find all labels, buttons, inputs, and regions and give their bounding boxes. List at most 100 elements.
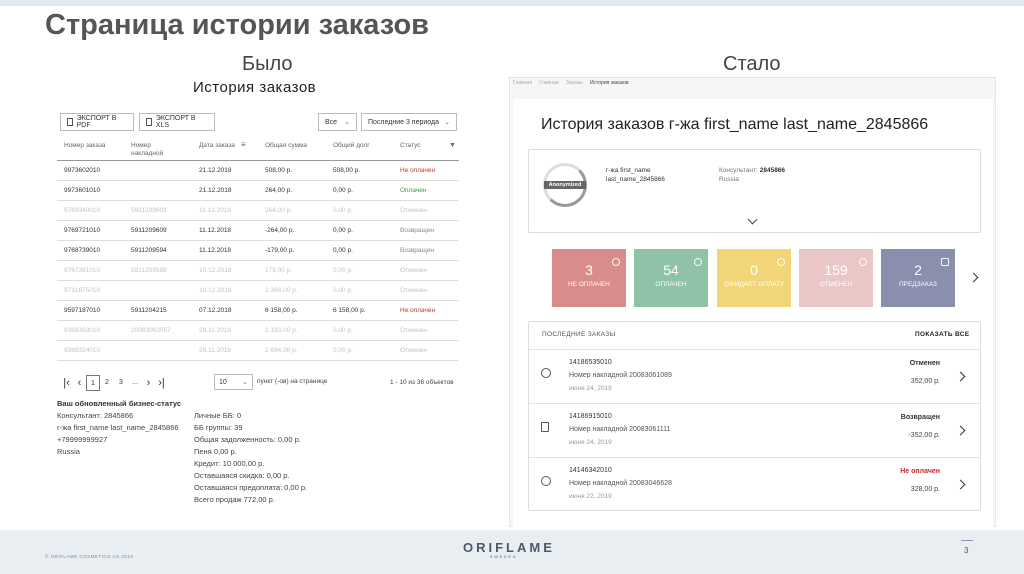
status-cell: Не оплачен xyxy=(400,307,436,314)
orders-table: Номер заказа Номер накладной Дата заказа… xyxy=(57,137,459,361)
table-row[interactable]: 9768739010 5911209594 11.12.2018 -179,00 р.… xyxy=(57,241,459,261)
top-accent-line xyxy=(0,0,1024,6)
per-page-value: 10 xyxy=(219,378,227,386)
order-number-cell: 9769340010 xyxy=(64,207,101,214)
order-amount: 328,00 р. xyxy=(910,486,940,493)
first-page-icon[interactable]: |‹ xyxy=(60,377,73,389)
stat-line: Пеня 0,00 р. xyxy=(194,447,237,456)
status-cell: Отменен xyxy=(400,287,427,294)
business-stats-block: Личные ББ: 0 ББ группы: 39 Общая задолже… xyxy=(194,410,307,506)
breadcrumb-item[interactable]: Заказы xyxy=(566,80,583,86)
chevron-right-icon[interactable] xyxy=(955,371,966,382)
table-row[interactable]: 9973602010 21.12.2018 508,00 р. 508,00 р. Не… xyxy=(57,161,459,181)
status-cell: Отменен xyxy=(400,267,427,274)
status-count: 159 xyxy=(824,262,848,278)
order-date-cell: 10.12.2018 xyxy=(199,287,232,294)
stat-line: Общая задолженность: 0,00 р. xyxy=(194,435,301,444)
period-filter-select[interactable]: Последние 3 периода ⌄ xyxy=(361,113,457,131)
chevron-down-icon: ⌄ xyxy=(444,119,450,126)
debt-cell: 0,00 р. xyxy=(333,247,353,254)
prev-page-icon[interactable]: ‹ xyxy=(73,377,86,389)
pagination: |‹ ‹ 1 2 3 ... › ›| xyxy=(60,374,168,391)
status-card[interactable]: 0 ОЖИДАЕТ ОПЛАТУ xyxy=(717,249,791,307)
business-status-heading: Ваш обновленный бизнес-статус xyxy=(57,399,182,408)
status-filter-value: Все xyxy=(325,118,338,126)
status-count: 3 xyxy=(585,262,593,278)
recent-order-row[interactable]: 14146342010 Номер накладной 20083046628 ию… xyxy=(529,457,980,511)
customer-country: Russia xyxy=(57,447,80,456)
next-page-icon[interactable]: › xyxy=(142,377,155,389)
page-2[interactable]: 2 xyxy=(100,379,114,386)
recent-order-row[interactable]: 14186535010 Номер накладной 20083061089 ию… xyxy=(529,349,980,403)
table-row[interactable]: 9769721010 5911209609 11.12.2018 -264,00 р.… xyxy=(57,221,459,241)
table-row[interactable]: 9973601010 21.12.2018 264,00 р. 0,00 р. Опла… xyxy=(57,181,459,201)
page-3[interactable]: 3 xyxy=(114,379,128,386)
status-card[interactable]: 159 ОТМЕНЕН xyxy=(799,249,873,307)
status-cell: Не оплачен xyxy=(400,167,436,174)
col-status[interactable]: Статус xyxy=(400,142,421,150)
export-pdf-button[interactable]: ЭКСПОРТ В PDF xyxy=(60,113,134,131)
debt-cell: 0,00 р. xyxy=(333,187,353,194)
col-total[interactable]: Общая сумма xyxy=(265,142,307,150)
per-page-select[interactable]: 10 ⌄ xyxy=(214,374,253,390)
total-cell: 179,00 р. xyxy=(265,267,293,274)
order-number-cell: 9768739010 xyxy=(64,247,101,254)
breadcrumb-item[interactable]: Главная xyxy=(539,80,558,86)
total-cell: 2 694,00 р. xyxy=(265,347,298,354)
status-cell: Возвращен xyxy=(400,227,435,234)
show-all-link[interactable]: ПОКАЗАТЬ ВСЕ xyxy=(915,331,969,338)
last-page-icon[interactable]: ›| xyxy=(155,377,168,389)
status-cell: Возвращен xyxy=(400,247,435,254)
order-status: Возвращен xyxy=(900,414,940,421)
order-date-cell: 11.12.2018 xyxy=(199,247,232,254)
col-invoice[interactable]: Номер накладной xyxy=(131,142,181,158)
table-row[interactable]: 9731675010 10.12.2018 2 368,00 р. 0,00 р. От… xyxy=(57,281,459,301)
filter-arrow-icon[interactable]: ▼ xyxy=(449,142,456,150)
sort-icon[interactable]: ≡ xyxy=(241,141,246,149)
recent-order-row[interactable]: 14186915010 Номер накладной 20083061111 ию… xyxy=(529,403,980,457)
col-date[interactable]: Дата заказа xyxy=(199,142,235,150)
status-count: 0 xyxy=(750,262,758,278)
status-cell: Оплачен xyxy=(400,187,427,194)
consultant-label: Консультант: xyxy=(719,167,758,174)
table-row[interactable]: 9368363010 20083063057 29.11.2018 2 193,00 … xyxy=(57,321,459,341)
period-filter-value: Последние 3 периода xyxy=(368,118,439,126)
chevron-right-icon[interactable] xyxy=(955,479,966,490)
order-date-cell: 29.11.2018 xyxy=(199,327,232,334)
order-date-cell: 11.12.2018 xyxy=(199,227,232,234)
order-id: 14186915010 xyxy=(569,413,612,420)
order-amount: 352,00 р. xyxy=(910,378,940,385)
stat-line: Личные ББ: 0 xyxy=(194,411,241,420)
order-date: июня 22, 2019 xyxy=(569,493,612,500)
document-icon xyxy=(541,422,549,432)
oriflame-logo-sub: SWEDEN xyxy=(490,555,518,559)
chevron-right-icon[interactable] xyxy=(955,425,966,436)
order-date-cell: 21.12.2018 xyxy=(199,167,232,174)
per-page-label: пункт (-ов) на странице xyxy=(257,378,328,385)
status-card[interactable]: 3 НЕ ОПЛАЧЕН xyxy=(552,249,626,307)
table-row[interactable]: 9597187010 5911204215 07.12.2018 6 158,00 р… xyxy=(57,301,459,321)
profile-name: г-жа first_name last_name_2845866 xyxy=(606,166,665,184)
invoice-number-cell: 5911209594 xyxy=(131,247,167,254)
order-date-cell: 29.11.2018 xyxy=(199,347,232,354)
table-row[interactable]: 9368324010 29.11.2018 2 694,00 р. 0,00 р. От… xyxy=(57,341,459,361)
export-xls-button[interactable]: ЭКСПОРТ В XLS xyxy=(139,113,215,131)
status-label: ПРЕДЗАКАЗ xyxy=(899,281,937,288)
breadcrumb-item[interactable]: Главная xyxy=(513,80,532,86)
table-row[interactable]: 9769340010 5911209602 11.12.2018 264,00 р. 0… xyxy=(57,201,459,221)
order-date-cell: 11.12.2018 xyxy=(199,207,232,214)
status-filter-select[interactable]: Все ⌄ xyxy=(318,113,357,131)
col-debt[interactable]: Общий долг xyxy=(333,142,370,150)
col-order[interactable]: Номер заказа xyxy=(64,142,106,150)
order-id: 14186535010 xyxy=(569,359,612,366)
total-cell: 264,00 р. xyxy=(265,207,293,214)
status-card[interactable]: 2 ПРЕДЗАКАЗ xyxy=(881,249,955,307)
profile-country: Russia xyxy=(719,176,739,183)
status-card[interactable]: 54 ОПЛАЧЕН xyxy=(634,249,708,307)
table-row[interactable]: 9767361010 5911209588 10.12.2018 179,00 р. 0… xyxy=(57,261,459,281)
order-date: июня 24, 2019 xyxy=(569,439,612,446)
status-label: НЕ ОПЛАЧЕН xyxy=(567,281,611,288)
status-label: ОЖИДАЕТ ОПЛАТУ xyxy=(723,281,785,288)
page-1[interactable]: 1 xyxy=(86,374,100,391)
page-number: 3 xyxy=(964,546,969,555)
